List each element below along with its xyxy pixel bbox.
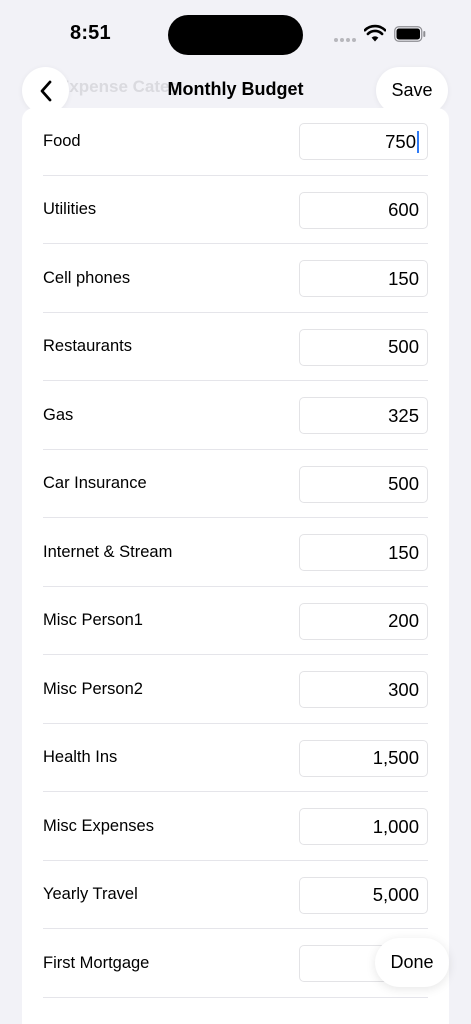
category-label: Health Ins xyxy=(43,748,118,767)
dynamic-island xyxy=(168,15,303,55)
category-label: Yearly Travel xyxy=(43,885,138,904)
category-label: Gas xyxy=(43,405,74,424)
category-label: Misc Expenses xyxy=(43,816,154,835)
amount-input[interactable]: 500 xyxy=(299,328,428,366)
amount-input[interactable]: 1,500 xyxy=(299,739,428,777)
amount-value: 300 xyxy=(388,678,419,700)
amount-value: 500 xyxy=(388,473,419,494)
cellular-signal-icon xyxy=(334,38,358,44)
wifi-icon xyxy=(364,24,386,42)
amount-input[interactable]: 200 xyxy=(299,602,428,640)
text-caret xyxy=(417,130,419,153)
budget-row: Car Insurance 500 xyxy=(22,450,449,518)
amount-value: 750 xyxy=(385,130,416,152)
amount-value: 1,000 xyxy=(372,815,419,837)
budget-row: Misc Person1 200 xyxy=(22,587,449,655)
amount-value: 325 xyxy=(388,404,419,426)
budget-row: Misc Person2 300 xyxy=(22,655,449,724)
done-button[interactable]: Done xyxy=(375,938,449,987)
budget-row: Misc Expenses 1,000 xyxy=(22,792,449,861)
status-time: 8:51 xyxy=(70,22,111,44)
amount-input[interactable]: 600 xyxy=(299,191,428,229)
category-label: Misc Person2 xyxy=(43,679,143,698)
category-label: Internet & Stream xyxy=(43,542,173,561)
amount-value: 600 xyxy=(388,199,419,220)
budget-row: Health Ins 1,500 xyxy=(22,724,449,792)
budget-row: Gas 325 xyxy=(22,381,449,450)
category-label: Misc Person1 xyxy=(43,611,143,630)
screen: 8:51 Expense Categ Monthly Budget Save F… xyxy=(0,0,471,1024)
amount-value: 5,000 xyxy=(372,884,419,905)
row-divider xyxy=(43,996,428,998)
category-label: Utilities xyxy=(43,200,97,219)
amount-input[interactable]: 300 xyxy=(299,671,428,708)
category-label: Cell phones xyxy=(43,268,131,287)
amount-input[interactable]: 150 xyxy=(299,260,428,297)
status-bar: 8:51 xyxy=(0,0,471,64)
amount-input[interactable]: 5,000 xyxy=(299,876,428,914)
budget-row: Internet & Stream 150 xyxy=(22,518,449,587)
amount-input[interactable]: 500 xyxy=(299,465,428,503)
amount-input[interactable]: 150 xyxy=(299,534,428,571)
budget-row: Yearly Travel 5,000 xyxy=(22,861,449,929)
budget-row: Restaurants 500 xyxy=(22,313,449,381)
save-button[interactable]: Save xyxy=(376,67,448,114)
amount-input[interactable]: 325 xyxy=(299,397,428,434)
budget-row: Cell phones 150 xyxy=(22,244,449,313)
category-label: First Mortgage xyxy=(43,953,150,972)
battery-icon xyxy=(394,26,426,42)
amount-input[interactable]: 1,000 xyxy=(299,808,428,845)
budget-list: Food 750 Utilities 600 Cell phones 150 Restaur… xyxy=(22,108,449,1024)
amount-value: 150 xyxy=(388,267,419,289)
amount-value: 500 xyxy=(388,336,419,357)
category-label: Car Insurance xyxy=(43,474,147,493)
budget-row: Food 750 xyxy=(22,108,449,176)
budget-row: Utilities 600 xyxy=(22,176,449,244)
category-label: Restaurants xyxy=(43,337,132,356)
amount-value: 150 xyxy=(388,541,419,563)
amount-value: 1,500 xyxy=(372,747,419,768)
amount-input[interactable]: 750 xyxy=(299,123,428,160)
amount-value: 200 xyxy=(388,610,419,631)
category-label: Food xyxy=(43,131,81,150)
